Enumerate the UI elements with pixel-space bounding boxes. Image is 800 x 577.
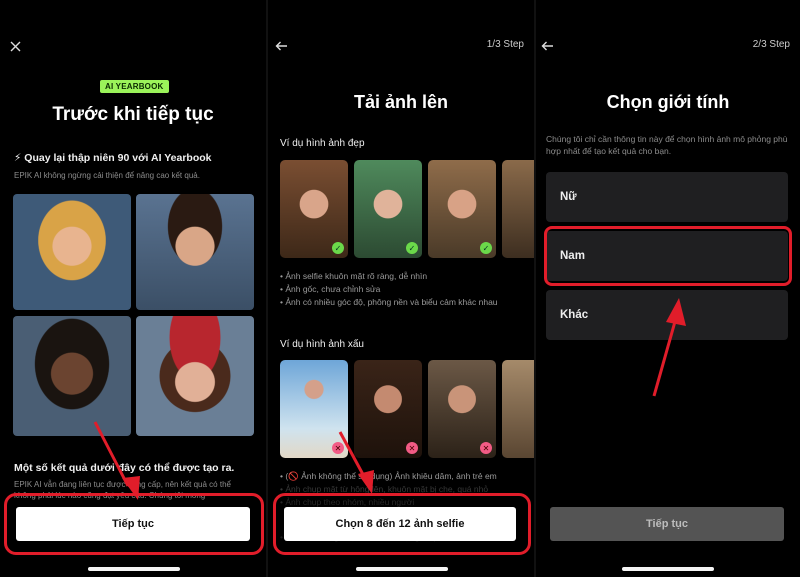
headline: ⚡ Quay lại thập niên 90 với AI Yearbook: [14, 152, 212, 164]
check-icon: ✓: [480, 242, 492, 254]
continue-button[interactable]: Tiếp tục: [550, 507, 784, 541]
reject-icon: ✕: [406, 442, 418, 454]
home-indicator: [88, 567, 180, 571]
back-arrow-icon[interactable]: [537, 36, 557, 56]
good-examples-list: • Ảnh selfie khuôn mặt rõ ràng, dễ nhìn …: [280, 270, 498, 309]
home-indicator: [622, 567, 714, 571]
bad-example-photo: ✕: [354, 360, 422, 458]
back-arrow-icon[interactable]: [271, 36, 291, 56]
bad-example-photo: ✕: [280, 360, 348, 458]
gender-option-other[interactable]: Khác: [546, 290, 788, 340]
highlight-frame: [544, 226, 792, 286]
good-example-photo: ✓: [428, 160, 496, 258]
top-bar: [0, 36, 266, 56]
list-item: • Ảnh selfie khuôn mặt rõ ràng, dễ nhìn: [280, 271, 428, 281]
good-example-photo: ✓: [280, 160, 348, 258]
good-examples-title: Ví dụ hình ảnh đẹp: [280, 138, 365, 149]
good-example-photo: ✓: [354, 160, 422, 258]
gender-option-female[interactable]: Nữ: [546, 172, 788, 222]
panel-before-continue: AI YEARBOOK Trước khi tiếp tục ⚡ Quay lạ…: [0, 0, 266, 577]
top-bar: 2/3 Step: [536, 36, 800, 56]
sample-portrait-boy: [136, 194, 254, 310]
step-indicator: 2/3 Step: [752, 39, 790, 50]
list-item: • Ảnh có nhiều góc độ, phông nền và biểu…: [280, 297, 498, 307]
page-title: Trước khi tiếp tục: [52, 104, 214, 125]
step-indicator: 1/3 Step: [486, 39, 524, 50]
check-icon: ✓: [332, 242, 344, 254]
sample-portrait-curly: [13, 316, 131, 436]
home-indicator: [356, 567, 448, 571]
bad-example-photo: ✕: [428, 360, 496, 458]
description: Chúng tôi chỉ cần thông tin này để chọn …: [546, 134, 788, 156]
description: EPIK AI không ngừng cải thiện để nâng ca…: [14, 171, 200, 180]
list-item: • Ảnh gốc, chưa chỉnh sửa: [280, 284, 381, 294]
check-icon: ✓: [406, 242, 418, 254]
good-example-photo: [502, 160, 534, 258]
reject-icon: ✕: [332, 442, 344, 454]
results-title: Một số kết quả dưới đây có thể được tạo …: [14, 462, 235, 474]
sample-portrait-blonde: [13, 194, 131, 310]
ai-yearbook-badge: AI YEARBOOK: [100, 80, 169, 93]
top-bar: 1/3 Step: [268, 36, 534, 56]
list-item: • (🚫 Ảnh không thể sử dụng) Ảnh khiêu dâ…: [280, 471, 497, 481]
highlight-frame: [273, 493, 531, 555]
bad-examples-title: Ví dụ hình ảnh xấu: [280, 339, 364, 350]
highlight-frame: [4, 493, 264, 555]
page-title: Chọn giới tính: [606, 92, 730, 112]
panel-select-gender: 2/3 Step Chọn giới tính Chúng tôi chỉ cầ…: [536, 0, 800, 577]
close-icon[interactable]: [5, 36, 25, 56]
page-title: Tải ảnh lên: [353, 92, 449, 112]
panel-upload-photos: 1/3 Step Tải ảnh lên Ví dụ hình ảnh đẹp …: [268, 0, 534, 577]
reject-icon: ✕: [480, 442, 492, 454]
bad-example-photo: [502, 360, 534, 458]
sample-portrait-beret: [136, 316, 254, 436]
